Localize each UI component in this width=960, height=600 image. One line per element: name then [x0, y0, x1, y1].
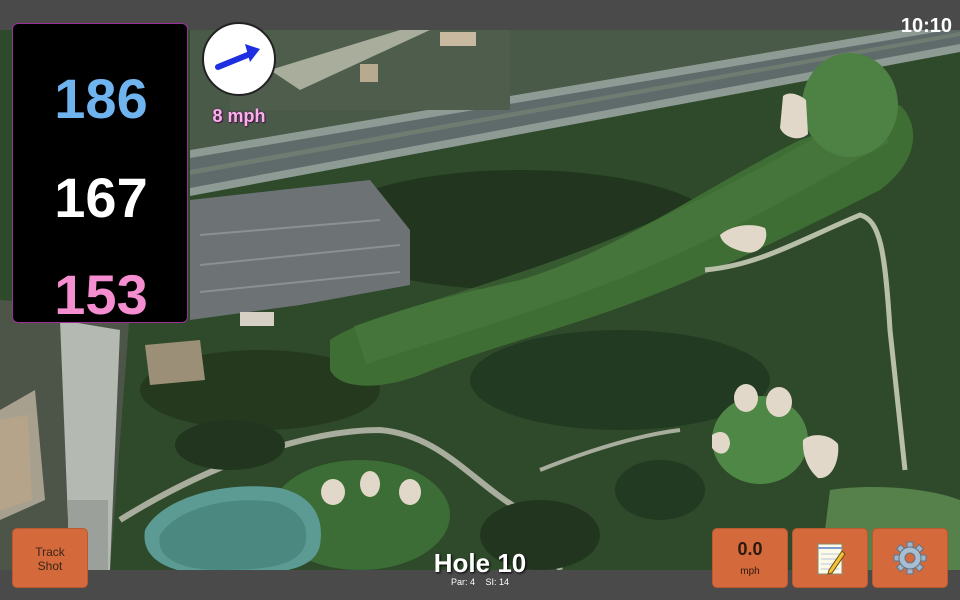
settings-button[interactable]: [872, 528, 948, 588]
track-shot-label-line1: Track: [35, 545, 65, 559]
arrow-icon: [215, 44, 260, 70]
wind-speed: 8 mph: [212, 106, 266, 126]
hole-par: Par: 4: [450, 577, 475, 587]
wind-indicator: [202, 22, 276, 96]
track-shot-label-line2: Shot: [37, 559, 63, 573]
speed-value: 0.0: [737, 539, 763, 559]
back-distance: 186: [54, 67, 148, 130]
status-clock: 10:10: [900, 15, 952, 37]
gear-icon: [893, 541, 927, 575]
hole-stroke-index: SI: 14: [485, 577, 510, 587]
hole-title: Hole 10: [433, 548, 527, 578]
front-distance: 153: [54, 263, 148, 326]
speed-button[interactable]: 0.0 mph: [712, 528, 788, 588]
center-distance: 167: [54, 166, 148, 229]
hole-info: Par: 4 SI: 14: [420, 577, 540, 588]
distance-panel: 186 167 153: [12, 23, 188, 326]
speed-unit: mph: [740, 566, 760, 577]
notes-button[interactable]: [792, 528, 868, 588]
notepad-icon: [817, 543, 846, 575]
track-shot-button[interactable]: Track Shot: [12, 528, 88, 588]
